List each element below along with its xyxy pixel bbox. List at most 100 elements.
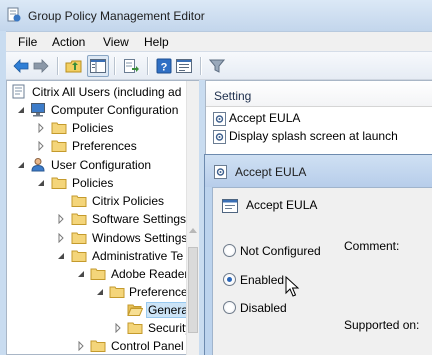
radio-enabled[interactable]	[223, 273, 236, 286]
setting-window-icon	[222, 199, 238, 213]
collapsed-arrow-icon[interactable]	[37, 123, 45, 133]
folder-icon	[127, 322, 143, 334]
tree-item-administrative-templates[interactable]: Administrative Te	[7, 247, 193, 265]
folder-icon	[71, 213, 87, 225]
toolbar-separator	[114, 57, 115, 75]
tree-item-label: Security	[148, 321, 192, 335]
tree-item-label: Adobe Reader	[111, 267, 189, 281]
radio-disabled[interactable]	[223, 301, 236, 314]
expanded-arrow-icon[interactable]	[17, 105, 25, 115]
tree-item-preferences[interactable]: Preferences	[7, 137, 193, 155]
folder-icon	[71, 250, 87, 262]
menu-action[interactable]: Action	[52, 35, 85, 49]
toolbar-separator	[147, 57, 148, 75]
scroll-up-arrow-icon[interactable]	[189, 227, 197, 233]
filter-button[interactable]	[206, 55, 228, 77]
tree-item-label: Policies	[72, 176, 114, 190]
properties-button[interactable]	[173, 55, 195, 77]
tree-item-label: Preferences	[129, 285, 194, 299]
tree-item-citrix-policies[interactable]: Citrix Policies	[7, 192, 193, 210]
tree-item-label: Citrix All Users (including ad	[32, 85, 182, 99]
show-hide-tree-button[interactable]	[87, 55, 109, 77]
setting-row-accept-eula[interactable]: Accept EULA	[212, 110, 427, 128]
radio-not-configured[interactable]	[223, 244, 236, 257]
title-bar: Group Policy Management Editor	[0, 0, 432, 31]
tree-item-user-configuration[interactable]: User Configuration	[7, 156, 193, 174]
radio-label-enabled: Enabled	[240, 273, 285, 287]
policy-setting-dialog: Accept EULA Accept EULA Not Configured E…	[204, 154, 432, 355]
expanded-arrow-icon[interactable]	[96, 287, 104, 297]
dialog-title-bar[interactable]: Accept EULA	[205, 155, 432, 187]
radio-label-not-configured: Not Configured	[240, 244, 321, 258]
svg-text:?: ?	[161, 62, 168, 74]
folder-icon	[90, 268, 106, 280]
open-folder-icon	[127, 304, 143, 316]
filter-icon	[209, 59, 225, 73]
up-folder-icon	[65, 60, 82, 73]
expanded-arrow-icon[interactable]	[57, 251, 65, 261]
menu-help[interactable]: Help	[144, 35, 169, 49]
collapsed-arrow-icon[interactable]	[114, 323, 122, 333]
tree-item-label: Policies	[72, 121, 114, 135]
tree-item-policies[interactable]: Policies	[7, 119, 193, 137]
column-header-label: Setting	[214, 89, 252, 103]
up-folder-button[interactable]	[63, 55, 85, 77]
menu-view[interactable]: View	[103, 35, 129, 49]
tree-item-computer-configuration[interactable]: Computer Configuration	[7, 101, 193, 119]
tree-item-windows-settings[interactable]: Windows Settings	[7, 229, 193, 247]
collapsed-arrow-icon[interactable]	[37, 141, 45, 151]
radio-label-disabled: Disabled	[240, 301, 287, 315]
properties-icon	[176, 59, 192, 73]
tree-item-label: Citrix Policies	[92, 194, 165, 208]
setting-column-header[interactable]: Setting	[206, 81, 432, 107]
tree-item-general[interactable]: General	[7, 301, 193, 319]
toolbar-separator	[57, 57, 58, 75]
export-list-button[interactable]	[120, 55, 142, 77]
toolbar: ?	[6, 51, 432, 80]
tree-item-user-policies[interactable]: Policies	[7, 174, 193, 192]
tree-item-label: Windows Settings	[92, 231, 188, 245]
folder-icon	[51, 177, 67, 189]
setting-row-display-splash[interactable]: Display splash screen at launch	[212, 128, 427, 146]
folder-icon	[109, 286, 125, 298]
folder-icon	[71, 232, 87, 244]
tree-item-control-panel[interactable]: Control Panel	[7, 337, 193, 354]
back-button[interactable]	[10, 55, 32, 77]
forward-button[interactable]	[30, 55, 52, 77]
menu-file[interactable]: File	[18, 35, 37, 49]
tree-item-adobe-reader[interactable]: Adobe Reader	[7, 265, 193, 283]
menu-bar: File Action View Help	[6, 31, 432, 51]
expanded-arrow-icon[interactable]	[37, 178, 45, 188]
help-icon: ?	[156, 58, 172, 74]
export-list-icon	[124, 59, 139, 73]
comment-label: Comment:	[344, 239, 400, 253]
tree-item-label: General	[146, 302, 193, 318]
setting-label: Accept EULA	[229, 111, 301, 125]
setting-icon	[213, 130, 226, 144]
tree-item-adobe-preferences[interactable]: Preferences	[7, 283, 194, 301]
folder-icon	[51, 122, 67, 134]
scroll-thumb[interactable]	[188, 247, 198, 333]
tree-item-label: Preferences	[72, 139, 137, 153]
policy-scroll-icon	[12, 84, 25, 99]
tree-item-security[interactable]: Security	[7, 319, 193, 337]
tree-item-label: Control Panel	[111, 339, 184, 353]
dialog-body: Accept EULA Not Configured Enabled Disab…	[212, 187, 432, 355]
tree-item-software-settings[interactable]: Software Settings	[7, 210, 193, 228]
tree-item-label: Software Settings	[92, 212, 187, 226]
collapsed-arrow-icon[interactable]	[57, 214, 65, 224]
setting-icon	[214, 165, 227, 179]
tree-scrollbar[interactable]	[186, 81, 199, 355]
tree-item-root[interactable]: Citrix All Users (including ad	[7, 83, 193, 101]
tree-item-label: User Configuration	[51, 158, 152, 172]
help-button[interactable]: ?	[153, 55, 175, 77]
folder-icon	[51, 140, 67, 152]
dialog-title: Accept EULA	[235, 165, 307, 179]
tree-item-label: Computer Configuration	[51, 103, 179, 117]
expanded-arrow-icon[interactable]	[77, 269, 85, 279]
folder-icon	[90, 340, 106, 352]
window-title: Group Policy Management Editor	[28, 9, 205, 23]
collapsed-arrow-icon[interactable]	[57, 233, 65, 243]
expanded-arrow-icon[interactable]	[17, 160, 25, 170]
collapsed-arrow-icon[interactable]	[77, 341, 85, 351]
